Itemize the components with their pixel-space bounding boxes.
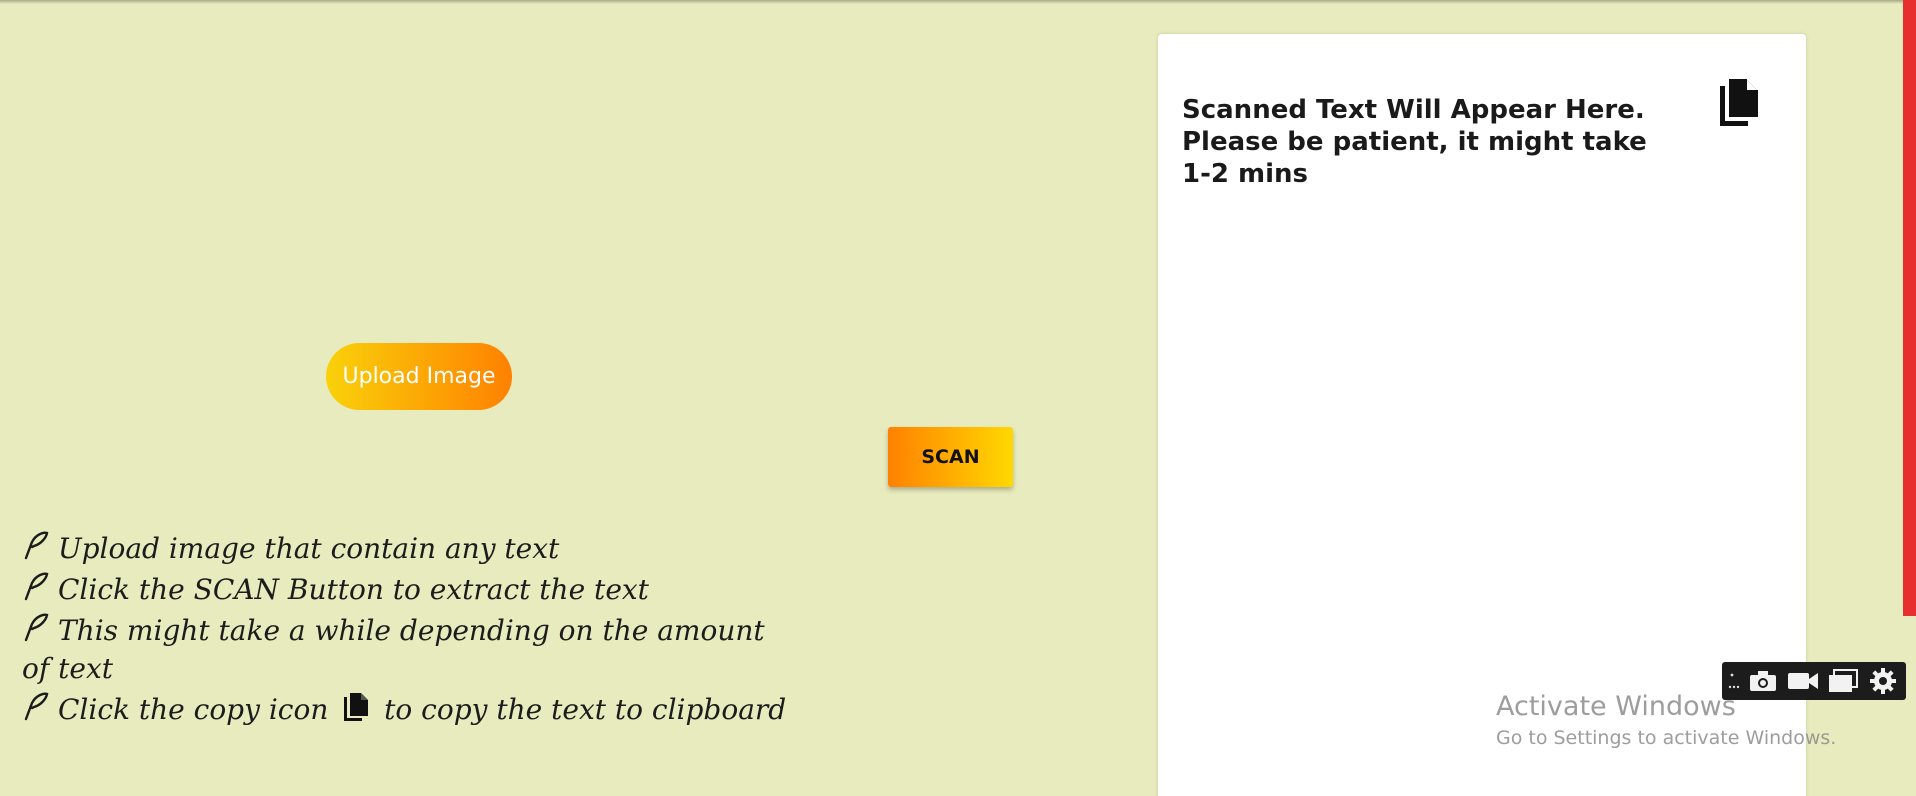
activate-windows-subtitle: Go to Settings to activate Windows. <box>1496 727 1837 749</box>
activate-windows-title: Activate Windows <box>1496 691 1736 722</box>
top-shadow <box>0 0 1916 4</box>
feather-icon <box>24 613 49 642</box>
scanned-text-output: Scanned Text Will Appear Here. Please be… <box>1182 95 1647 189</box>
instruction-text-copy-before: Click the copy icon <box>58 693 329 726</box>
instruction-text: Click the SCAN Button to extract the tex… <box>58 573 649 606</box>
feather-icon <box>24 572 49 601</box>
instruction-text-copy-after: to copy the text to clipboard <box>384 693 787 726</box>
result-panel: Scanned Text Will Appear Here. Please be… <box>1158 34 1806 796</box>
gear-icon[interactable] <box>1866 666 1900 696</box>
upload-image-button[interactable]: Upload Image <box>326 343 512 410</box>
feather-icon <box>24 692 49 721</box>
activate-windows-watermark: Activate Windows Go to Settings to activ… <box>1496 690 1836 752</box>
feather-icon <box>24 531 49 560</box>
instruction-item: Click the copy icon to copy the text to … <box>22 691 792 729</box>
instruction-text: This might take a while depending on the… <box>22 614 765 685</box>
instructions-list: Upload image that contain any text Click… <box>22 530 792 732</box>
instruction-item: This might take a while depending on the… <box>22 612 792 688</box>
copy-icon <box>344 693 369 721</box>
instruction-item: Click the SCAN Button to extract the tex… <box>22 571 792 609</box>
copy-icon[interactable] <box>1716 76 1762 130</box>
instruction-text: Upload image that contain any text <box>58 532 560 565</box>
scan-button[interactable]: SCAN <box>888 427 1013 487</box>
instruction-item: Upload image that contain any text <box>22 530 792 568</box>
edge-bar <box>1903 0 1916 616</box>
